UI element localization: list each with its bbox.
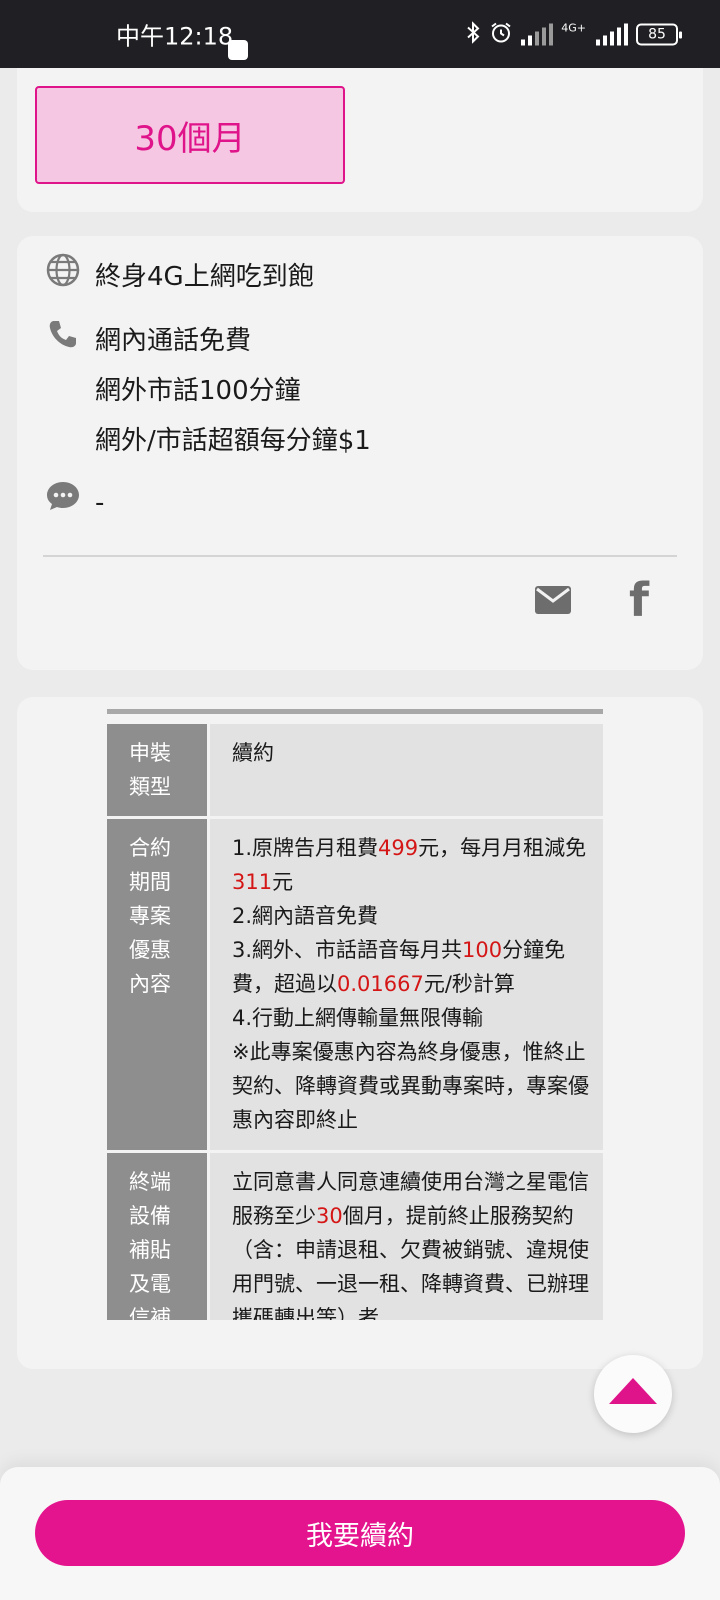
facebook-icon[interactable]: f — [615, 576, 663, 624]
plan-details-card: 申裝 類型 續約 合約 期間 專案 優惠 內容 1.原牌告月租費499元，每月月… — [17, 697, 703, 1369]
header-line: 設備 — [129, 1204, 171, 1228]
share-actions: f — [529, 576, 663, 624]
facebook-glyph: f — [628, 573, 649, 627]
header-line: 及電 — [129, 1272, 171, 1296]
monthly-fee-value: 499 — [378, 836, 419, 860]
battery-level: 85 — [648, 26, 666, 42]
offer-note: ※此專案優惠內容為終身優惠，惟終止契約、降轉資費或異動專案時，專案優惠內容即終止 — [232, 1040, 589, 1132]
subsidy-terms: 立同意書人同意連續使用台灣之星電信服務至少30個月，提前終止服務契約（含：申請退… — [232, 1170, 589, 1323]
feature-voice-line: 網內通話免費 — [95, 326, 252, 356]
notification-icon — [228, 40, 248, 60]
feature-data: 終身4G上網吃到飽 — [45, 252, 314, 302]
contract-months-value: 30 — [316, 1204, 343, 1228]
renew-contract-button[interactable]: 我要續約 — [35, 1500, 685, 1566]
header-line: 專案 — [129, 904, 171, 928]
network-type: 4G+ — [561, 21, 586, 35]
status-bar: 中午12:18 4G+ 85 — [0, 0, 720, 68]
status-icons: 4G+ 85 — [465, 21, 682, 48]
plan-features-card: 終身4G上網吃到飽 網內通話免費 網外市話100分鐘 網外/市話超額每分鐘$1 … — [17, 236, 703, 670]
free-minutes-value: 100 — [462, 938, 503, 962]
discount-value: 311 — [232, 870, 273, 894]
arrow-up-icon — [609, 1378, 657, 1404]
battery-icon: 85 — [636, 23, 682, 45]
table-row-header: 終端 設備 補貼 及電 信補 — [107, 1153, 207, 1320]
header-line: 內容 — [129, 972, 171, 996]
header-line: 類型 — [129, 775, 171, 799]
table-row-header: 申裝 類型 — [107, 724, 207, 816]
header-line: 申裝 — [129, 741, 171, 765]
bluetooth-icon — [465, 21, 481, 47]
feature-voice-line: 網外/市話超額每分鐘$1 — [95, 426, 371, 456]
phone-icon — [45, 316, 81, 352]
header-line: 合約 — [129, 836, 171, 860]
header-line: 信補 — [129, 1306, 171, 1323]
table-row-content: 立同意書人同意連續使用台灣之星電信服務至少30個月，提前終止服務契約（含：申請退… — [207, 1153, 603, 1320]
table-row: 終端 設備 補貼 及電 信補 立同意書人同意連續使用台灣之星電信服務至少30個月… — [107, 1153, 603, 1323]
scroll-to-top-button[interactable] — [594, 1355, 672, 1433]
table-row: 申裝 類型 續約 — [107, 724, 603, 819]
offer-item: 1.原牌告月租費499元，每月月租減免311元 — [232, 836, 587, 894]
alarm-icon — [489, 21, 513, 48]
feature-voice-line: 網外市話100分鐘 — [95, 376, 301, 406]
header-line: 終端 — [129, 1170, 171, 1194]
details-table: 申裝 類型 續約 合約 期間 專案 優惠 內容 1.原牌告月租費499元，每月月… — [107, 709, 603, 1323]
offer-item: 4.行動上網傳輸量無限傳輸 — [232, 1006, 484, 1030]
table-top-rule — [107, 709, 603, 714]
header-line: 優惠 — [129, 938, 171, 962]
offer-item: 2.網內語音免費 — [232, 904, 379, 928]
message-icon — [45, 478, 81, 514]
table-row-header: 合約 期間 專案 優惠 內容 — [107, 819, 207, 1150]
table-row: 合約 期間 專案 優惠 內容 1.原牌告月租費499元，每月月租減免311元 2… — [107, 819, 603, 1153]
application-type: 續約 — [232, 741, 274, 765]
signal-icon-2 — [596, 23, 628, 45]
feature-voice: 網內通話免費 網外市話100分鐘 網外/市話超額每分鐘$1 — [45, 316, 371, 466]
header-line: 補貼 — [129, 1238, 171, 1262]
table-row-content: 1.原牌告月租費499元，每月月租減免311元 2.網內語音免費 3.網外、市話… — [207, 819, 603, 1150]
offer-item: 3.網外、市話語音每月共100分鐘免費，超過以0.01667元/秒計算 — [232, 938, 566, 996]
bottom-action-bar: 我要續約 — [0, 1467, 720, 1600]
mail-icon[interactable] — [529, 576, 577, 624]
feature-sms-text: - — [95, 488, 105, 518]
table-row-content: 續約 — [207, 724, 603, 816]
status-time: 中午12:18 — [116, 22, 234, 51]
feature-sms: - — [45, 478, 104, 528]
feature-data-text: 終身4G上網吃到飽 — [95, 262, 314, 292]
globe-icon — [45, 252, 81, 288]
header-line: 期間 — [129, 870, 171, 894]
per-second-rate-value: 0.01667 — [337, 972, 424, 996]
contract-period-option[interactable]: 30個月 — [35, 86, 345, 184]
divider — [43, 555, 677, 557]
signal-icon-1 — [521, 23, 554, 45]
